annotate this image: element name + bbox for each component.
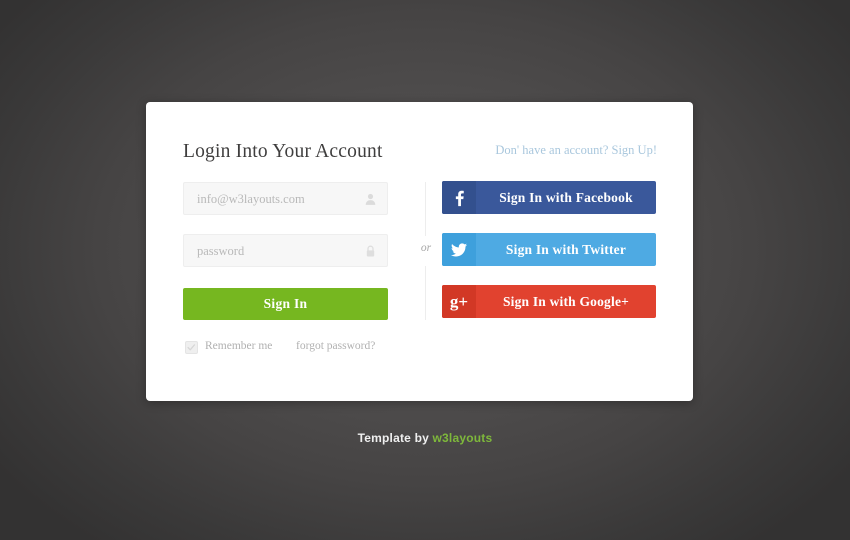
page-title: Login Into Your Account: [183, 141, 383, 162]
facebook-button-label: Sign In with Facebook: [499, 190, 633, 205]
google-plus-button-label: Sign In with Google+: [502, 294, 630, 309]
or-divider: or: [416, 182, 436, 320]
remember-me-label[interactable]: Remember me: [205, 340, 272, 352]
divider-line-bottom: [425, 266, 426, 320]
sign-in-google-plus-button[interactable]: g+ Sign In with Google+: [442, 285, 656, 318]
sign-up-link[interactable]: Don' have an account? Sign Up!: [495, 143, 657, 158]
sign-in-button[interactable]: Sign In: [183, 288, 388, 320]
footer-prefix: Template by: [357, 431, 433, 445]
password-input[interactable]: [197, 235, 357, 268]
facebook-icon: [442, 181, 476, 214]
remember-me-checkbox[interactable]: [185, 341, 198, 354]
email-input[interactable]: [197, 183, 357, 216]
twitter-icon: [442, 233, 476, 266]
login-card: Login Into Your Account info@w3layouts.c…: [146, 102, 693, 401]
sign-in-twitter-button[interactable]: Sign In with Twitter: [442, 233, 656, 266]
divider-label: or: [420, 242, 432, 254]
divider-line-top: [425, 182, 426, 236]
google-plus-icon: g+: [442, 285, 476, 318]
footer-brand-link[interactable]: w3layouts: [433, 431, 493, 445]
google-plus-glyph: g+: [449, 292, 469, 311]
login-page: Login Into Your Account info@w3layouts.c…: [0, 0, 850, 540]
email-field-wrapper: [183, 182, 388, 216]
sign-in-facebook-button[interactable]: Sign In with Facebook: [442, 181, 656, 214]
footer: Template by w3layouts: [0, 431, 850, 445]
password-field-wrapper: [183, 234, 388, 268]
lock-icon: [365, 244, 376, 257]
user-icon: [365, 192, 376, 205]
login-options-row: Remember me forgot password?: [183, 340, 393, 357]
forgot-password-link[interactable]: forgot password?: [296, 340, 375, 352]
twitter-button-label: Sign In with Twitter: [505, 242, 627, 257]
